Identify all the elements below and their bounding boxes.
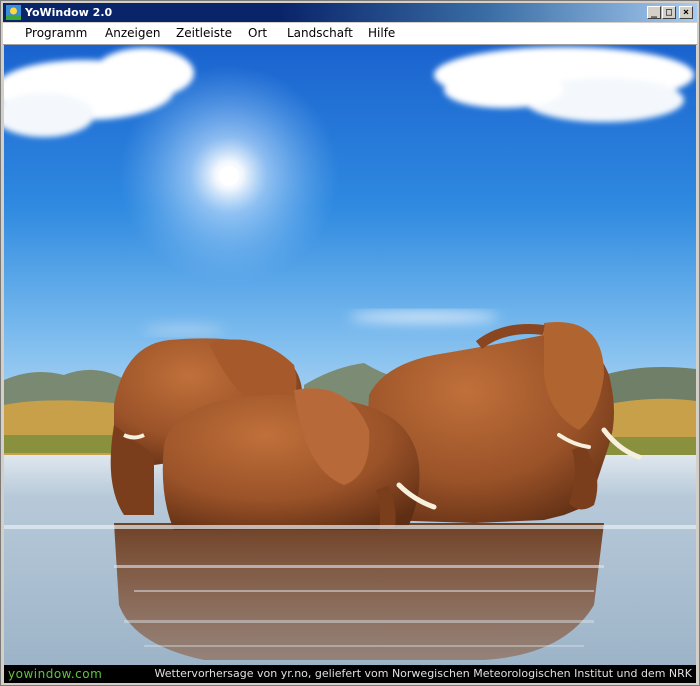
- status-bar: yowindow.com Wettervorhersage von yr.no,…: [4, 665, 696, 683]
- menu-hilfe[interactable]: Hilfe: [368, 26, 395, 40]
- menu-programm[interactable]: Programm: [25, 26, 87, 40]
- maximize-button[interactable]: □: [662, 6, 676, 19]
- elephant-reflection: [114, 523, 604, 660]
- sun-icon: [219, 166, 239, 186]
- menu-ort[interactable]: Ort: [248, 26, 267, 40]
- app-window: YoWindow 2.0 _ □ × Programm Anzeigen Zei…: [0, 0, 700, 686]
- weather-scene[interactable]: [4, 45, 696, 665]
- menu-bar: Programm Anzeigen Zeitleiste Ort Landsch…: [3, 23, 697, 45]
- menu-anzeigen[interactable]: Anzeigen: [105, 26, 160, 40]
- minimize-button[interactable]: _: [647, 6, 661, 19]
- forecast-credit[interactable]: Wettervorhersage von yr.no, geliefert vo…: [155, 667, 692, 680]
- menu-zeitleiste[interactable]: Zeitleiste: [176, 26, 232, 40]
- yowindow-app-icon: [6, 5, 21, 20]
- yowindow-link[interactable]: yowindow.com: [8, 667, 102, 681]
- title-bar[interactable]: YoWindow 2.0 _ □ ×: [3, 3, 697, 22]
- close-button[interactable]: ×: [679, 6, 693, 19]
- window-title: YoWindow 2.0: [25, 6, 113, 19]
- menu-landschaft[interactable]: Landschaft: [287, 26, 353, 40]
